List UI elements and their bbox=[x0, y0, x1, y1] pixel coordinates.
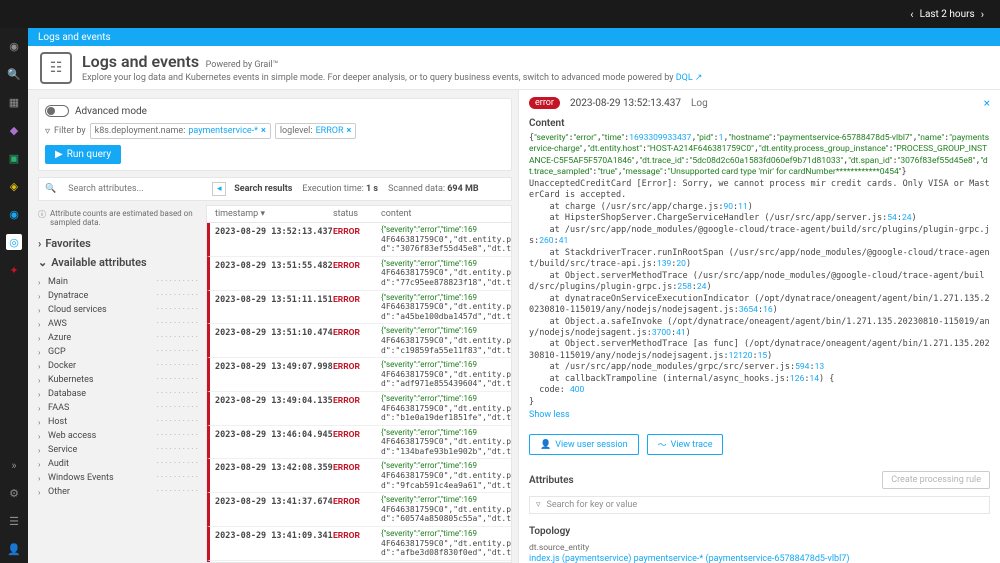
breadcrumb-text: Logs and events bbox=[38, 32, 111, 43]
rail-icon-user[interactable]: 👤 bbox=[6, 541, 22, 557]
rail-icon-logs[interactable]: ◎ bbox=[6, 234, 22, 250]
chip-remove-icon[interactable]: × bbox=[261, 126, 266, 136]
rail-icon-expand[interactable]: » bbox=[6, 457, 22, 473]
filter-by-label: Filter by bbox=[54, 126, 86, 136]
rail-icon-5[interactable]: ▣ bbox=[6, 150, 22, 166]
filter-chip-deployment[interactable]: k8s.deployment.name:paymentservice-* × bbox=[90, 123, 271, 139]
attr-group-other[interactable]: ›Other·········· bbox=[38, 485, 200, 499]
log-content-body: {"severity":"error","time":1693309933437… bbox=[529, 133, 990, 408]
attr-group-azure[interactable]: ›Azure·········· bbox=[38, 331, 200, 345]
attr-info-text: Attribute counts are estimated based on … bbox=[50, 209, 200, 227]
log-row[interactable]: 2023-08-29 13:49:04.135ERROR{"severity":… bbox=[207, 392, 511, 426]
create-processing-rule-button[interactable]: Create processing rule bbox=[882, 471, 990, 489]
search-meta-row: 🔍 ◂ Search results Execution time: 1 s S… bbox=[38, 177, 512, 201]
attributes-heading: Attributes bbox=[529, 475, 574, 486]
log-row[interactable]: 2023-08-29 13:42:08.359ERROR{"severity":… bbox=[207, 459, 511, 493]
log-row[interactable]: 2023-08-29 13:52:13.437ERROR{"severity":… bbox=[207, 223, 511, 257]
rail-icon-search[interactable]: 🔍 bbox=[6, 66, 22, 82]
attr-group-host[interactable]: ›Host·········· bbox=[38, 415, 200, 429]
rail-icon-settings[interactable]: ⚙ bbox=[6, 485, 22, 501]
rail-icon-9[interactable]: ✦ bbox=[6, 262, 22, 278]
top-bar: ‹ Last 2 hours › bbox=[0, 0, 1000, 28]
side-rail: ◉ 🔍 ▦ ◆ ▣ ◈ ◉ ◎ ✦ » ⚙ ☰ 👤 bbox=[0, 28, 28, 563]
rail-icon-7[interactable]: ◉ bbox=[6, 206, 22, 222]
attr-group-cloud-services[interactable]: ›Cloud services·········· bbox=[38, 303, 200, 317]
detail-type: Log bbox=[691, 98, 708, 109]
topo-source-entity-link[interactable]: index.js (paymentservice) paymentservice… bbox=[529, 554, 990, 563]
attributes-sidebar: ⓘAttribute counts are estimated based on… bbox=[38, 205, 206, 563]
log-row[interactable]: 2023-08-29 13:41:37.674ERROR{"severity":… bbox=[207, 493, 511, 527]
attr-group-web-access[interactable]: ›Web access·········· bbox=[38, 429, 200, 443]
attribute-search-input[interactable] bbox=[64, 182, 204, 196]
user-icon: 👤 bbox=[540, 440, 551, 450]
log-row[interactable]: 2023-08-29 13:51:11.151ERROR{"severity":… bbox=[207, 291, 511, 325]
view-user-session-button[interactable]: 👤View user session bbox=[529, 434, 639, 455]
detail-timestamp: 2023-08-29 13:52:13.437 bbox=[570, 98, 681, 109]
breadcrumb: Logs and events bbox=[28, 28, 1000, 46]
log-row[interactable]: 2023-08-29 13:46:04.945ERROR{"severity":… bbox=[207, 426, 511, 460]
log-row[interactable]: 2023-08-29 13:51:10.474ERROR{"severity":… bbox=[207, 324, 511, 358]
search-icon: 🔍 bbox=[45, 184, 56, 194]
play-icon: ▶ bbox=[55, 149, 63, 160]
attr-group-service[interactable]: ›Service·········· bbox=[38, 443, 200, 457]
topology-heading: Topology bbox=[529, 526, 990, 537]
col-status[interactable]: status bbox=[333, 209, 381, 219]
attr-group-gcp[interactable]: ›GCP·········· bbox=[38, 345, 200, 359]
collapse-attrs-button[interactable]: ◂ bbox=[212, 182, 226, 196]
col-timestamp[interactable]: timestamp ▾ bbox=[207, 209, 333, 219]
severity-badge: error bbox=[529, 97, 560, 109]
filter-icon: ▿ bbox=[45, 126, 50, 137]
log-row[interactable]: 2023-08-29 13:51:55.482ERROR{"severity":… bbox=[207, 257, 511, 291]
advanced-mode-toggle[interactable] bbox=[45, 105, 69, 117]
dql-link[interactable]: DQL bbox=[676, 73, 693, 83]
advanced-mode-label: Advanced mode bbox=[75, 106, 147, 117]
attr-group-database[interactable]: ›Database·········· bbox=[38, 387, 200, 401]
rail-icon-help[interactable]: ☰ bbox=[6, 513, 22, 529]
filter-icon: ▿ bbox=[536, 500, 541, 510]
timeframe-label[interactable]: Last 2 hours bbox=[920, 9, 975, 20]
timeframe-next-icon[interactable]: › bbox=[981, 8, 984, 21]
attr-group-aws[interactable]: ›AWS·········· bbox=[38, 317, 200, 331]
results-table: timestamp ▾ status content 2023-08-29 13… bbox=[206, 205, 512, 563]
attr-group-docker[interactable]: ›Docker·········· bbox=[38, 359, 200, 373]
powered-by: Powered by Grail™ bbox=[206, 60, 279, 70]
log-row[interactable]: 2023-08-29 13:49:07.998ERROR{"severity":… bbox=[207, 358, 511, 392]
rail-icon-1[interactable]: ◉ bbox=[6, 38, 22, 54]
topo-source-entity-label: dt.source_entity bbox=[529, 543, 990, 553]
page-description: Explore your log data and Kubernetes eve… bbox=[82, 73, 702, 83]
chip-remove-icon[interactable]: × bbox=[347, 126, 352, 136]
content-heading: Content bbox=[529, 118, 990, 129]
attr-group-audit[interactable]: ›Audit·········· bbox=[38, 457, 200, 471]
attribute-key-search[interactable]: ▿ Search for key or value bbox=[529, 496, 990, 514]
attr-group-dynatrace[interactable]: ›Dynatrace·········· bbox=[38, 289, 200, 303]
query-panel: Advanced mode ▿ Filter by k8s.deployment… bbox=[38, 98, 512, 171]
detail-panel: error 2023-08-29 13:52:13.437 Log × Cont… bbox=[518, 90, 1000, 563]
attr-group-kubernetes[interactable]: ›Kubernetes·········· bbox=[38, 373, 200, 387]
attr-group-faas[interactable]: ›FAAS·········· bbox=[38, 401, 200, 415]
favorites-heading[interactable]: ›Favorites bbox=[38, 237, 200, 250]
trace-icon: ～ bbox=[658, 438, 667, 451]
show-less-link[interactable]: Show less bbox=[529, 410, 570, 420]
rail-icon-6[interactable]: ◈ bbox=[6, 178, 22, 194]
filter-chip-loglevel[interactable]: loglevel:ERROR × bbox=[275, 123, 356, 139]
rail-icon-4[interactable]: ◆ bbox=[6, 122, 22, 138]
info-icon: ⓘ bbox=[38, 209, 46, 227]
view-trace-button[interactable]: ～View trace bbox=[647, 434, 724, 455]
attr-group-windows-events[interactable]: ›Windows Events·········· bbox=[38, 471, 200, 485]
logs-icon: ☷ bbox=[40, 52, 72, 84]
log-row[interactable]: 2023-08-29 13:41:09.341ERROR{"severity":… bbox=[207, 527, 511, 561]
timeframe-prev-icon[interactable]: ‹ bbox=[910, 8, 913, 21]
available-heading[interactable]: ⌄Available attributes bbox=[38, 256, 200, 269]
rail-icon-apps[interactable]: ▦ bbox=[6, 94, 22, 110]
page-header: ☷ Logs and events Powered by Grail™ Expl… bbox=[28, 46, 1000, 90]
close-detail-icon[interactable]: × bbox=[984, 96, 990, 110]
attr-group-main[interactable]: ›Main·········· bbox=[38, 275, 200, 289]
page-title: Logs and events bbox=[82, 52, 199, 71]
run-query-button[interactable]: ▶ Run query bbox=[45, 145, 121, 164]
col-content[interactable]: content bbox=[381, 209, 511, 219]
